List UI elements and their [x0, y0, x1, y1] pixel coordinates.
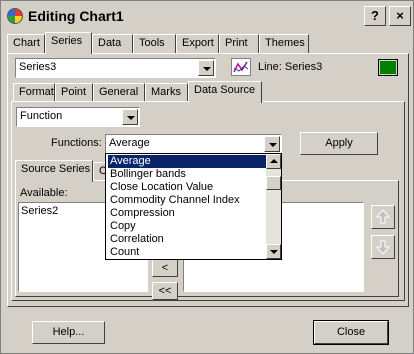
tab-themes[interactable]: Themes — [259, 34, 309, 53]
list-item[interactable]: Bollinger bands — [108, 168, 266, 181]
help-button[interactable]: Help... — [32, 321, 105, 344]
functions-select[interactable]: Average — [105, 134, 282, 154]
list-item[interactable]: Copy — [108, 220, 266, 233]
chevron-down-icon[interactable] — [264, 136, 280, 152]
tab-series[interactable]: Series — [45, 32, 92, 54]
tab-format[interactable]: Format — [13, 83, 55, 102]
tab-data-source[interactable]: Data Source — [188, 81, 262, 103]
available-label: Available: — [20, 187, 68, 199]
scroll-up-icon[interactable] — [266, 154, 281, 169]
list-item[interactable]: Average — [107, 154, 267, 169]
remove-series-button[interactable]: < — [152, 259, 178, 277]
tab-marks[interactable]: Marks — [145, 83, 188, 102]
close-button-label: Close — [336, 326, 366, 338]
list-item[interactable]: Compression — [108, 207, 266, 220]
scroll-down-icon[interactable] — [266, 244, 281, 259]
tab-print[interactable]: Print — [219, 34, 259, 53]
tab-tools[interactable]: Tools — [133, 34, 176, 53]
help-button-label: Help... — [52, 326, 85, 338]
series-color-swatch — [380, 61, 396, 74]
chart-editor-dialog: Editing Chart1 ? × Chart Series Data Too… — [0, 0, 414, 354]
series-type-label: Line: Series3 — [258, 61, 323, 73]
chevron-down-icon[interactable] — [198, 60, 214, 76]
tab-export[interactable]: Export — [176, 34, 219, 53]
window-title: Editing Chart1 — [28, 8, 124, 24]
arrow-up-icon — [375, 209, 391, 224]
list-item[interactable]: Series2 — [21, 205, 58, 217]
close-button[interactable]: Close — [313, 320, 389, 345]
functions-label: Functions: — [51, 137, 102, 149]
dropdown-scrollbar[interactable] — [266, 154, 281, 259]
help-titlebar-button[interactable]: ? — [364, 6, 386, 26]
list-item[interactable]: Correlation — [108, 233, 266, 246]
remove-all-series-button[interactable]: << — [152, 282, 178, 300]
line-series-icon — [231, 58, 251, 76]
tab-general[interactable]: General — [93, 83, 145, 102]
data-source-type-select[interactable]: Function — [16, 107, 140, 127]
tab-chart[interactable]: Chart — [7, 34, 45, 53]
chevron-down-icon[interactable] — [122, 109, 138, 125]
teechart-app-icon — [7, 8, 23, 24]
series-select-value: Series3 — [19, 61, 57, 73]
tab-point[interactable]: Point — [55, 83, 93, 102]
list-item[interactable]: Commodity Channel Index — [108, 194, 266, 207]
move-up-button[interactable] — [371, 205, 395, 229]
apply-button[interactable]: Apply — [300, 132, 378, 155]
series-color-button[interactable] — [378, 59, 398, 76]
tab-data[interactable]: Data — [92, 34, 133, 53]
functions-select-value: Average — [109, 137, 150, 149]
list-item[interactable]: Close Location Value — [108, 181, 266, 194]
move-down-button[interactable] — [371, 235, 395, 259]
close-titlebar-button[interactable]: × — [389, 6, 411, 26]
scroll-thumb[interactable] — [266, 176, 281, 190]
tab-source-series[interactable]: Source Series — [15, 160, 93, 182]
arrow-down-icon — [375, 240, 391, 255]
list-item[interactable]: Count — [108, 246, 266, 259]
data-source-type-value: Function — [20, 110, 63, 122]
series-select[interactable]: Series3 — [15, 58, 216, 78]
title-bar[interactable]: Editing Chart1 ? × — [1, 1, 413, 31]
functions-dropdown-list[interactable]: Average Bollinger bands Close Location V… — [105, 153, 282, 260]
